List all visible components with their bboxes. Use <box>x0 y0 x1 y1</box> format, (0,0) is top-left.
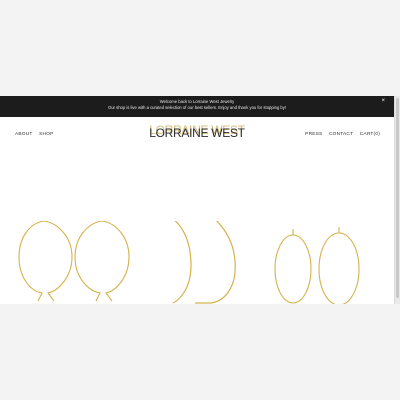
product-card[interactable] <box>18 221 133 304</box>
nav-contact[interactable]: CONTACT <box>329 132 353 137</box>
nav-press[interactable]: PRESS <box>305 132 322 137</box>
hoop-earring-icon <box>172 221 236 304</box>
close-icon[interactable]: × <box>381 98 385 104</box>
nav-cart[interactable]: CART(0) <box>360 132 380 137</box>
scrollbar-thumb[interactable] <box>396 98 399 298</box>
announcement-line-2: Our shop is live with a curated selectio… <box>107 105 287 110</box>
product-card[interactable] <box>273 221 363 304</box>
announcement-bar: Welcome back to Lorraine West Jewelry Ou… <box>0 96 394 117</box>
nav-right: PRESS CONTACT CART(0) <box>305 132 380 137</box>
website-viewport: Welcome back to Lorraine West Jewelry Ou… <box>0 96 400 304</box>
hoop-earring-icon <box>274 227 360 304</box>
hoop-earring-icon <box>18 221 130 302</box>
vertical-scrollbar[interactable] <box>394 96 400 304</box>
product-card[interactable] <box>155 221 245 304</box>
product-grid <box>0 221 394 304</box>
